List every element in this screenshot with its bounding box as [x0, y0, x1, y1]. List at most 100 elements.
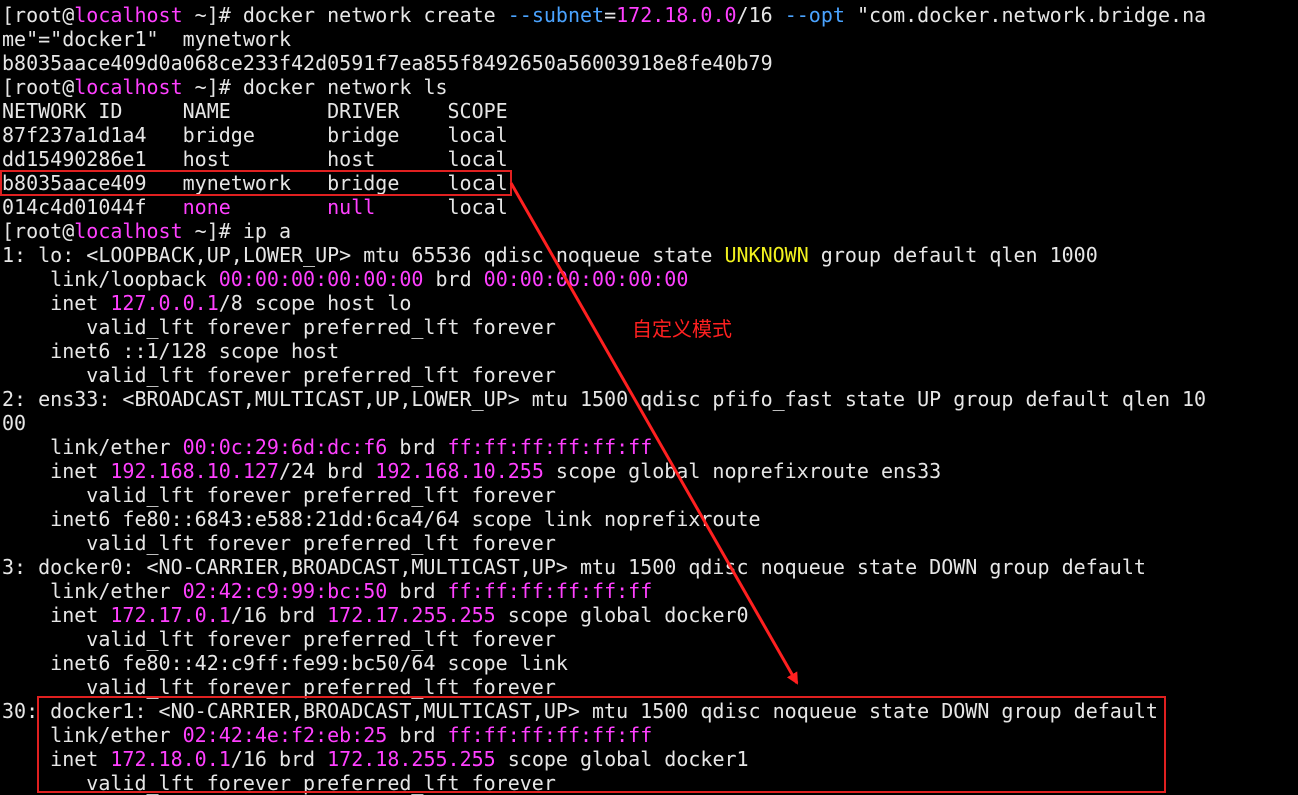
- terminal-line: valid_lft forever preferred_lft forever: [2, 627, 1298, 651]
- terminal-line: [root@localhost ~]# ip a: [2, 219, 1298, 243]
- terminal-text: ff:ff:ff:ff:ff:ff: [447, 435, 653, 459]
- terminal-text: [root@: [2, 75, 75, 99]
- terminal-text: link/ether: [2, 435, 183, 459]
- terminal-text: 2: ens33: <BROADCAST,MULTICAST,UP,LOWER_…: [2, 387, 1207, 411]
- terminal-text: 00:00:00:00:00:00: [483, 267, 689, 291]
- terminal-line: dd15490286e1 host host local: [2, 147, 1298, 171]
- terminal-text: inet: [2, 603, 111, 627]
- terminal-text: 00:0c:29:6d:dc:f6: [182, 435, 388, 459]
- terminal-line: inet6 ::1/128 scope host: [2, 339, 1298, 363]
- terminal-line: inet 172.17.0.1/16 brd 172.17.255.255 sc…: [2, 603, 1298, 627]
- terminal-text: 87f237a1d1a4 bridge bridge local: [2, 123, 508, 147]
- terminal-text: 172.17.0.1: [110, 603, 231, 627]
- terminal-text: none: [182, 195, 231, 219]
- terminal-line: [root@localhost ~]# docker network creat…: [2, 3, 1298, 27]
- terminal-text: localhost: [74, 75, 183, 99]
- terminal-text: brd: [387, 435, 448, 459]
- terminal-text: inet: [2, 747, 111, 771]
- terminal-text: 00: [2, 411, 27, 435]
- terminal-text: 02:42:4e:f2:eb:25: [182, 723, 388, 747]
- terminal-text: 127.0.0.1: [110, 291, 219, 315]
- terminal-text: 014c4d01044f: [2, 195, 183, 219]
- terminal-text: 02:42:c9:99:bc:50: [182, 579, 388, 603]
- terminal-text: /16 brd: [230, 603, 328, 627]
- terminal-line: valid_lft forever preferred_lft forever: [2, 483, 1298, 507]
- terminal-text: /16: [736, 3, 785, 27]
- terminal-text: /24 brd: [278, 459, 376, 483]
- terminal-text: me"="docker1" mynetwork: [2, 27, 291, 51]
- terminal-text: inet: [2, 291, 111, 315]
- terminal-text: --opt: [784, 3, 845, 27]
- terminal-text: --subnet: [507, 3, 605, 27]
- terminal-text: 172.18.0.0: [616, 3, 737, 27]
- terminal-text: localhost: [74, 219, 183, 243]
- terminal-line: inet 172.18.0.1/16 brd 172.18.255.255 sc…: [2, 747, 1298, 771]
- terminal-text: localhost: [74, 3, 183, 27]
- terminal-text: scope global docker1: [495, 747, 749, 771]
- terminal-line: link/ether 02:42:4e:f2:eb:25 brd ff:ff:f…: [2, 723, 1298, 747]
- terminal-line: inet6 fe80::6843:e588:21dd:6ca4/64 scope…: [2, 507, 1298, 531]
- terminal-text: 192.168.10.255: [375, 459, 544, 483]
- terminal-text: "com.docker.network.bridge.na: [844, 3, 1207, 27]
- terminal-line: 87f237a1d1a4 bridge bridge local: [2, 123, 1298, 147]
- terminal-text: scope global docker0: [495, 603, 749, 627]
- terminal-line: link/ether 00:0c:29:6d:dc:f6 brd ff:ff:f…: [2, 435, 1298, 459]
- terminal-text: 00:00:00:00:00:00: [218, 267, 424, 291]
- terminal-text: brd: [387, 723, 448, 747]
- terminal-text: link/ether: [2, 579, 183, 603]
- terminal-text: valid_lft forever preferred_lft forever: [2, 363, 556, 387]
- terminal-line: 2: ens33: <BROADCAST,MULTICAST,UP,LOWER_…: [2, 387, 1298, 411]
- terminal-text: link/ether: [2, 723, 183, 747]
- terminal-text: inet: [2, 459, 111, 483]
- terminal-text: valid_lft forever preferred_lft forever: [2, 315, 556, 339]
- terminal-line: b8035aace409 mynetwork bridge local: [2, 171, 1298, 195]
- annotation-label: 自定义模式: [632, 317, 732, 341]
- terminal-line: NETWORK ID NAME DRIVER SCOPE: [2, 99, 1298, 123]
- terminal-line: valid_lft forever preferred_lft forever: [2, 771, 1298, 795]
- terminal-text: link/loopback: [2, 267, 219, 291]
- terminal-text: dd15490286e1 host host local: [2, 147, 508, 171]
- terminal-text: 3: docker0: <NO-CARRIER,BROADCAST,MULTIC…: [2, 555, 1146, 579]
- terminal-text: 1: lo: <LOOPBACK,UP,LOWER_UP> mtu 65536 …: [2, 243, 725, 267]
- terminal-text: inet6 fe80::6843:e588:21dd:6ca4/64 scope…: [2, 507, 761, 531]
- terminal-text: brd: [423, 267, 484, 291]
- terminal-text: 172.18.0.1: [110, 747, 231, 771]
- terminal-text: NETWORK ID NAME DRIVER SCOPE: [2, 99, 508, 123]
- terminal-line: inet 192.168.10.127/24 brd 192.168.10.25…: [2, 459, 1298, 483]
- terminal-text: scope global noprefixroute ens33: [543, 459, 942, 483]
- terminal-text: /8 scope host lo: [218, 291, 412, 315]
- terminal-text: ff:ff:ff:ff:ff:ff: [447, 579, 653, 603]
- terminal-text: valid_lft forever preferred_lft forever: [2, 627, 556, 651]
- terminal-text: inet6 ::1/128 scope host: [2, 339, 340, 363]
- terminal-text: ff:ff:ff:ff:ff:ff: [447, 723, 653, 747]
- terminal-text: group default qlen 1000: [808, 243, 1098, 267]
- terminal-line: me"="docker1" mynetwork: [2, 27, 1298, 51]
- terminal-text: b8035aace409 mynetwork bridge local: [2, 171, 508, 195]
- terminal-text: ~]# ip a: [182, 219, 291, 243]
- terminal-text: inet6 fe80::42:c9ff:fe99:bc50/64 scope l…: [2, 651, 568, 675]
- terminal-line: [root@localhost ~]# docker network ls: [2, 75, 1298, 99]
- terminal-text: local: [375, 195, 508, 219]
- terminal-line: 3: docker0: <NO-CARRIER,BROADCAST,MULTIC…: [2, 555, 1298, 579]
- terminal-line: 1: lo: <LOOPBACK,UP,LOWER_UP> mtu 65536 …: [2, 243, 1298, 267]
- terminal-text: brd: [387, 579, 448, 603]
- terminal-line: 014c4d01044f none null local: [2, 195, 1298, 219]
- terminal-text: ~]# docker network create: [182, 3, 508, 27]
- terminal-text: [root@: [2, 3, 75, 27]
- terminal-text: 172.18.255.255: [327, 747, 496, 771]
- terminal-text: 30: docker1: <NO-CARRIER,BROADCAST,MULTI…: [2, 699, 1158, 723]
- terminal-text: [root@: [2, 219, 75, 243]
- terminal-text: =: [604, 3, 617, 27]
- terminal-text: valid_lft forever preferred_lft forever: [2, 771, 556, 795]
- terminal-line: link/loopback 00:00:00:00:00:00 brd 00:0…: [2, 267, 1298, 291]
- terminal-text: b8035aace409d0a068ce233f42d0591f7ea855f8…: [2, 51, 773, 75]
- terminal-line: valid_lft forever preferred_lft forever: [2, 363, 1298, 387]
- terminal-text: /16 brd: [230, 747, 328, 771]
- terminal-text: valid_lft forever preferred_lft forever: [2, 531, 556, 555]
- terminal-text: 192.168.10.127: [110, 459, 279, 483]
- terminal-line: valid_lft forever preferred_lft forever: [2, 531, 1298, 555]
- terminal-text: ~]# docker network ls: [182, 75, 448, 99]
- terminal-line: 30: docker1: <NO-CARRIER,BROADCAST,MULTI…: [2, 699, 1298, 723]
- terminal-output[interactable]: [root@localhost ~]# docker network creat…: [2, 3, 1298, 795]
